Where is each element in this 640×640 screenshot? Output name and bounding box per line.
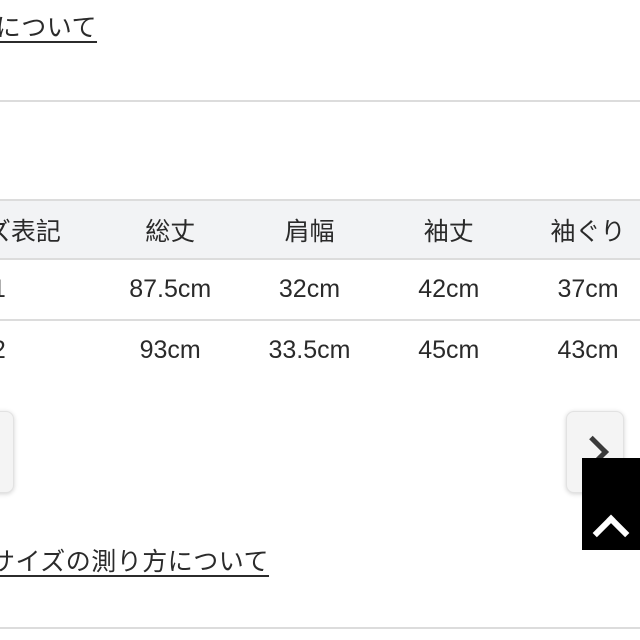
top-link-container: サイズについて [0, 0, 640, 60]
cell-total-length: 87.5cm [100, 258, 240, 321]
cell-armhole: 37cm [518, 258, 640, 321]
section-heading-container: サイズ [0, 125, 640, 175]
bottom-link-container: サイズの測り方について [0, 545, 640, 590]
table-row: 2 93cm 33.5cm 45cm 43cm 82cm [0, 319, 640, 379]
section-divider-top [0, 100, 640, 102]
chevron-left-icon [0, 435, 4, 469]
section-divider-bottom [0, 627, 640, 629]
column-header-armhole: 袖ぐり [518, 199, 640, 260]
table-header-row: サイズ表記 総丈 肩幅 袖丈 袖ぐり バスト [0, 199, 640, 260]
cell-sleeve-length: 45cm [379, 319, 519, 379]
how-to-measure-link[interactable]: サイズの測り方について [0, 545, 269, 580]
cell-sleeve-length: 42cm [379, 258, 519, 321]
cell-armhole: 43cm [518, 319, 640, 379]
column-header-total-length: 総丈 [100, 199, 240, 260]
cell-shoulder-width: 32cm [239, 258, 380, 321]
column-header-sleeve-length: 袖丈 [379, 199, 519, 260]
cell-size-label: 2 [0, 319, 101, 379]
cell-shoulder-width: 33.5cm [239, 319, 380, 379]
column-header-size-label: サイズ表記 [0, 199, 101, 260]
table-row: 1 87.5cm 32cm 42cm 37cm 81cm [0, 258, 640, 321]
cell-size-label: 1 [0, 258, 101, 321]
size-table: サイズ表記 総丈 肩幅 袖丈 袖ぐり バスト 1 87.5cm 32cm 42c… [0, 199, 640, 379]
page-root: サイズについて サイズ サイズ表記 総丈 肩幅 袖丈 袖ぐり [0, 0, 640, 640]
scroll-to-top-button[interactable] [582, 458, 640, 552]
column-header-shoulder-width: 肩幅 [239, 199, 380, 260]
size-table-container[interactable]: サイズ表記 総丈 肩幅 袖丈 袖ぐり バスト 1 87.5cm 32cm 42c… [0, 199, 640, 379]
carousel-prev-button[interactable] [0, 411, 14, 493]
cell-total-length: 93cm [100, 319, 240, 379]
size-about-link[interactable]: サイズについて [0, 13, 97, 43]
